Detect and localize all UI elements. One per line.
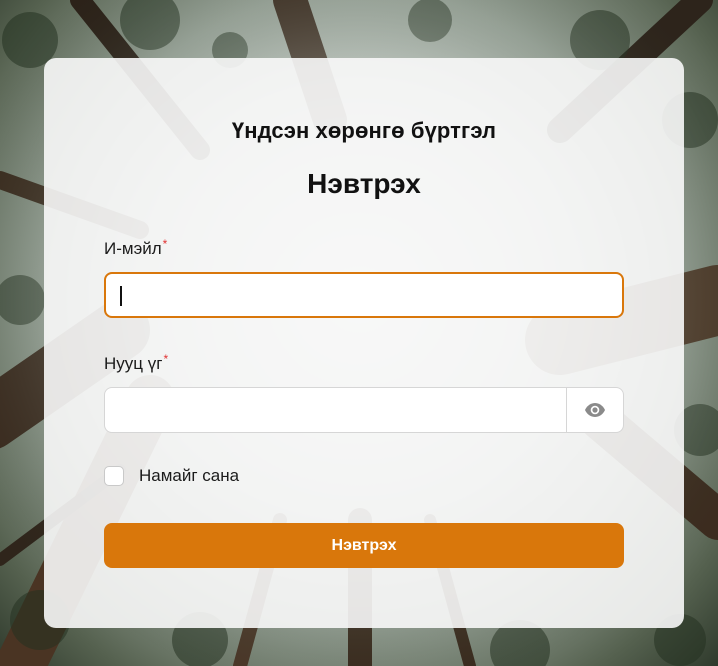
remember-me-checkbox[interactable] (104, 466, 124, 486)
email-label: И-мэйл* (104, 237, 168, 259)
toggle-password-visibility-button[interactable] (566, 388, 623, 432)
page-title: Нэвтрэх (307, 168, 421, 199)
password-input[interactable] (123, 388, 567, 434)
login-button[interactable]: Нэвтрэх (104, 523, 624, 568)
app-title: Үндсэн хөрөнгө бүртгэл (231, 118, 497, 143)
email-required-mark: * (162, 237, 168, 251)
password-label-text: Нууц үг (104, 354, 163, 373)
login-card: Үндсэн хөрөнгө бүртгэл Нэвтрэх И-мэйл* Н… (44, 58, 684, 628)
text-caret (120, 286, 122, 306)
email-label-text: И-мэйл (104, 239, 162, 258)
remember-me[interactable]: Намайг сана (104, 466, 239, 486)
password-label: Нууц үг* (104, 352, 169, 374)
email-input[interactable] (124, 274, 608, 318)
remember-me-label: Намайг сана (139, 466, 240, 485)
password-field[interactable] (104, 387, 624, 434)
email-field[interactable] (104, 272, 624, 318)
password-required-mark: * (163, 352, 169, 366)
eye-icon (585, 403, 605, 417)
